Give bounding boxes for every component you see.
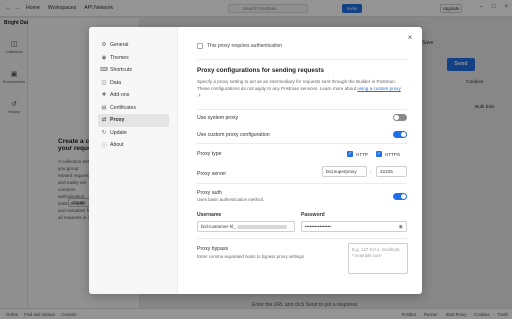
gear-icon: ⚙ bbox=[101, 42, 107, 48]
info-icon: ⓘ bbox=[101, 143, 107, 149]
nav-label: Proxy bbox=[110, 117, 125, 124]
external-link-icon: ↗ bbox=[197, 93, 201, 99]
settings-nav-shortcuts[interactable]: ⌨ Shortcuts bbox=[98, 64, 169, 77]
toggle-knob bbox=[401, 194, 406, 199]
settings-nav: ⚙ General ◉ Themes ⌨ Shortcuts ◫ Data ✚ … bbox=[89, 27, 178, 294]
proxy-auth-label: Proxy auth bbox=[197, 190, 222, 196]
settings-nav-general[interactable]: ⚙ General bbox=[98, 39, 169, 52]
settings-nav-data[interactable]: ◫ Data bbox=[98, 77, 169, 90]
proxy-type-options: ✓ HTTP ✓ HTTPS bbox=[347, 151, 400, 157]
nav-label: Add-ons bbox=[110, 92, 130, 99]
proxy-icon: ⇄ bbox=[101, 117, 107, 123]
proxy-settings-content: This proxy requires authentication Proxy… bbox=[197, 27, 408, 294]
divider bbox=[197, 143, 407, 144]
nav-label: About bbox=[110, 142, 124, 149]
database-icon: ◫ bbox=[101, 79, 107, 86]
username-input[interactable]: brd-customer-hl_ bbox=[197, 221, 295, 232]
settings-nav-certificates[interactable]: ▤ Certificates bbox=[98, 102, 169, 115]
settings-nav-update[interactable]: ↻ Update bbox=[98, 127, 169, 140]
divider bbox=[197, 59, 407, 60]
proxy-port-input[interactable]: 22225 bbox=[376, 166, 407, 177]
proxy-bypass-description: Enter comma separated hosts to bypass pr… bbox=[197, 254, 304, 259]
proxy-server-input[interactable]: brd.superproxy bbox=[322, 166, 367, 177]
http-checkbox[interactable]: ✓ bbox=[347, 151, 353, 157]
requires-auth-label: This proxy requires authentication bbox=[207, 43, 283, 49]
proxy-section-description: Specify a proxy setting to act as an int… bbox=[197, 78, 405, 100]
proxy-auth-description: Uses basic authentication method. bbox=[197, 197, 265, 202]
use-custom-proxy-toggle[interactable] bbox=[393, 131, 407, 138]
settings-nav-about[interactable]: ⓘ About bbox=[98, 139, 169, 152]
username-label: Username bbox=[197, 212, 222, 218]
eye-icon[interactable]: ◉ bbox=[399, 223, 403, 231]
https-label: HTTPS bbox=[385, 151, 401, 157]
requires-auth-checkbox-row[interactable]: This proxy requires authentication bbox=[197, 43, 282, 49]
settings-nav-addons[interactable]: ✚ Add-ons bbox=[98, 89, 169, 102]
use-system-proxy-label: Use system proxy bbox=[197, 115, 239, 121]
password-label: Password bbox=[301, 212, 325, 218]
nav-label: Shortcuts bbox=[110, 67, 132, 74]
custom-proxy-link[interactable]: using a custom proxy bbox=[357, 86, 400, 91]
proxy-type-label: Proxy type bbox=[197, 151, 222, 157]
nav-label: Certificates bbox=[110, 104, 136, 111]
divider bbox=[197, 238, 407, 239]
use-custom-proxy-label: Use custom proxy configuration bbox=[197, 132, 270, 138]
proxy-auth-toggle[interactable] bbox=[393, 193, 407, 200]
proxy-server-label: Proxy server bbox=[197, 171, 227, 177]
certificate-icon: ▤ bbox=[101, 104, 107, 111]
toggle-knob bbox=[394, 115, 399, 120]
divider bbox=[197, 183, 407, 184]
settings-modal: ⚙ General ◉ Themes ⌨ Shortcuts ◫ Data ✚ … bbox=[89, 27, 422, 294]
password-value: •••••••••••••••• bbox=[305, 224, 331, 229]
settings-nav-themes[interactable]: ◉ Themes bbox=[98, 52, 169, 65]
server-port-separator: : bbox=[370, 170, 372, 176]
puzzle-icon: ✚ bbox=[101, 92, 107, 98]
proxy-section-title: Proxy configurations for sending request… bbox=[197, 67, 325, 74]
keyboard-icon: ⌨ bbox=[100, 67, 108, 73]
nav-label: Update bbox=[110, 129, 127, 136]
nav-label: Data bbox=[110, 79, 121, 86]
nav-label: General bbox=[110, 42, 129, 49]
divider bbox=[197, 109, 407, 110]
proxy-bypass-label: Proxy bypass bbox=[197, 246, 229, 252]
nav-label: Themes bbox=[110, 54, 129, 61]
use-system-proxy-toggle[interactable] bbox=[393, 114, 407, 121]
redacted-text bbox=[236, 224, 287, 229]
requires-auth-checkbox[interactable] bbox=[197, 43, 203, 49]
password-input[interactable]: •••••••••••••••• ◉ bbox=[301, 221, 407, 232]
palette-icon: ◉ bbox=[101, 54, 107, 61]
close-icon[interactable]: × bbox=[406, 34, 414, 42]
username-value: brd-customer-hl_ bbox=[201, 224, 236, 229]
update-icon: ↻ bbox=[101, 129, 107, 136]
https-checkbox[interactable]: ✓ bbox=[376, 151, 382, 157]
settings-nav-proxy[interactable]: ⇄ Proxy bbox=[98, 114, 169, 127]
http-label: HTTP bbox=[356, 151, 368, 157]
toggle-knob bbox=[401, 132, 406, 137]
proxy-bypass-textarea[interactable]: E.g. 127.0.0.1, localhost, *.example.com bbox=[348, 243, 408, 274]
